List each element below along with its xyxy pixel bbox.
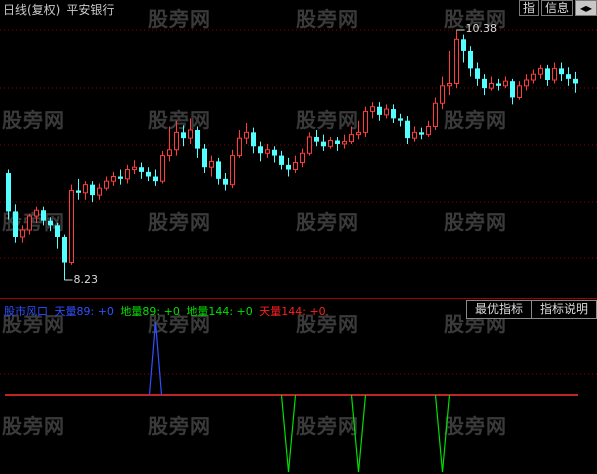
candle-body — [48, 220, 53, 226]
candle-body — [41, 210, 46, 221]
candle-body — [286, 164, 291, 170]
candle-body — [34, 209, 39, 217]
candle-body — [447, 82, 452, 87]
best-indicator-button[interactable]: 最优指标 — [465, 300, 532, 319]
signal-spike-down — [434, 394, 451, 473]
candle-body — [468, 50, 473, 69]
legend-item: 天量89: +0 — [54, 305, 114, 318]
candle-body — [244, 131, 249, 139]
candle-body — [440, 85, 445, 104]
candle-body — [454, 38, 459, 84]
panel-divider — [0, 298, 597, 299]
candle-body — [433, 102, 438, 128]
candle-body — [174, 131, 179, 151]
candle-body — [300, 152, 305, 164]
candle-body — [370, 106, 375, 112]
candle-body — [307, 136, 312, 154]
candle-body — [510, 81, 515, 98]
candle-body — [391, 109, 396, 119]
candle-body — [160, 155, 165, 182]
candle-body — [377, 106, 382, 115]
candle-body — [69, 189, 74, 264]
signal-spike-down — [350, 394, 367, 473]
candle-body — [293, 162, 298, 171]
candle-body — [461, 39, 466, 51]
candle-body — [363, 110, 368, 133]
candle-body — [398, 118, 403, 121]
candle-body — [125, 169, 130, 180]
candle-body — [27, 215, 32, 231]
candle-body — [76, 190, 81, 193]
candle-body — [405, 120, 410, 139]
legend-item: 地量144: +0 — [186, 305, 253, 318]
candle-body — [384, 108, 389, 116]
candle-body — [90, 184, 95, 196]
legend-item: 天量144: +0 — [259, 305, 326, 318]
candle-body — [258, 146, 263, 154]
candle-body — [6, 173, 11, 212]
candle-body — [314, 136, 319, 142]
candle-body — [195, 130, 200, 149]
high-price-label: 10.38 — [465, 22, 498, 35]
legend-item: 股市风口 — [4, 305, 48, 318]
candle-body — [251, 132, 256, 147]
candle-body — [335, 140, 340, 144]
candle-body — [167, 149, 172, 157]
signal-spike-up — [148, 321, 163, 396]
candle-body — [153, 176, 158, 182]
candle-body — [62, 236, 67, 263]
candle-body — [496, 83, 501, 86]
candle-body — [349, 134, 354, 143]
candle-body — [223, 178, 228, 185]
candle-body — [279, 155, 284, 165]
candle-body — [118, 176, 123, 179]
indicator-legend: 股市风口 天量89: +0 地量89: +0 地量144: +0 天量144: … — [4, 303, 329, 319]
candle-body — [111, 176, 116, 182]
candle-body — [216, 161, 221, 179]
candle-body — [230, 155, 235, 186]
candle-body — [272, 149, 277, 156]
candle-body — [328, 139, 333, 147]
candle-body — [146, 171, 151, 177]
candle-body — [475, 68, 480, 79]
candle-body — [181, 132, 186, 139]
candle-body — [517, 85, 522, 98]
candle-body — [412, 131, 417, 139]
candle-body — [20, 229, 25, 238]
candle-body — [139, 167, 144, 172]
candle-body — [489, 82, 494, 89]
candle-body — [342, 141, 347, 145]
candle-body — [482, 78, 487, 89]
candle-body — [503, 80, 508, 87]
candle-body — [13, 211, 18, 237]
candle-body — [538, 67, 543, 75]
candle-body — [531, 73, 536, 81]
candle-body — [265, 149, 270, 154]
candle-body — [552, 67, 557, 81]
candle-body — [132, 166, 137, 171]
candle-body — [559, 68, 564, 75]
candle-body — [573, 78, 578, 84]
candle-body — [83, 184, 88, 194]
indicator-button-row: 最优指标 指标说明 — [465, 300, 597, 319]
candle-body — [237, 137, 242, 157]
candle-body — [524, 79, 529, 87]
candle-body — [55, 225, 60, 237]
candle-body — [545, 68, 550, 80]
candle-body — [566, 74, 571, 79]
candle-body — [419, 132, 424, 135]
low-price-label: 8.23 — [73, 273, 99, 286]
candle-body — [209, 160, 214, 168]
kline-chart — [0, 29, 597, 473]
candle-body — [426, 126, 431, 136]
candle-body — [97, 187, 102, 196]
candle-body — [356, 131, 361, 136]
legend-item: 地量89: +0 — [120, 305, 180, 318]
candle-body — [202, 148, 207, 168]
signal-spike-down — [280, 394, 297, 473]
candle-body — [321, 141, 326, 147]
candle-body — [188, 129, 193, 139]
candle-body — [104, 180, 109, 189]
indicator-help-button[interactable]: 指标说明 — [530, 300, 597, 319]
